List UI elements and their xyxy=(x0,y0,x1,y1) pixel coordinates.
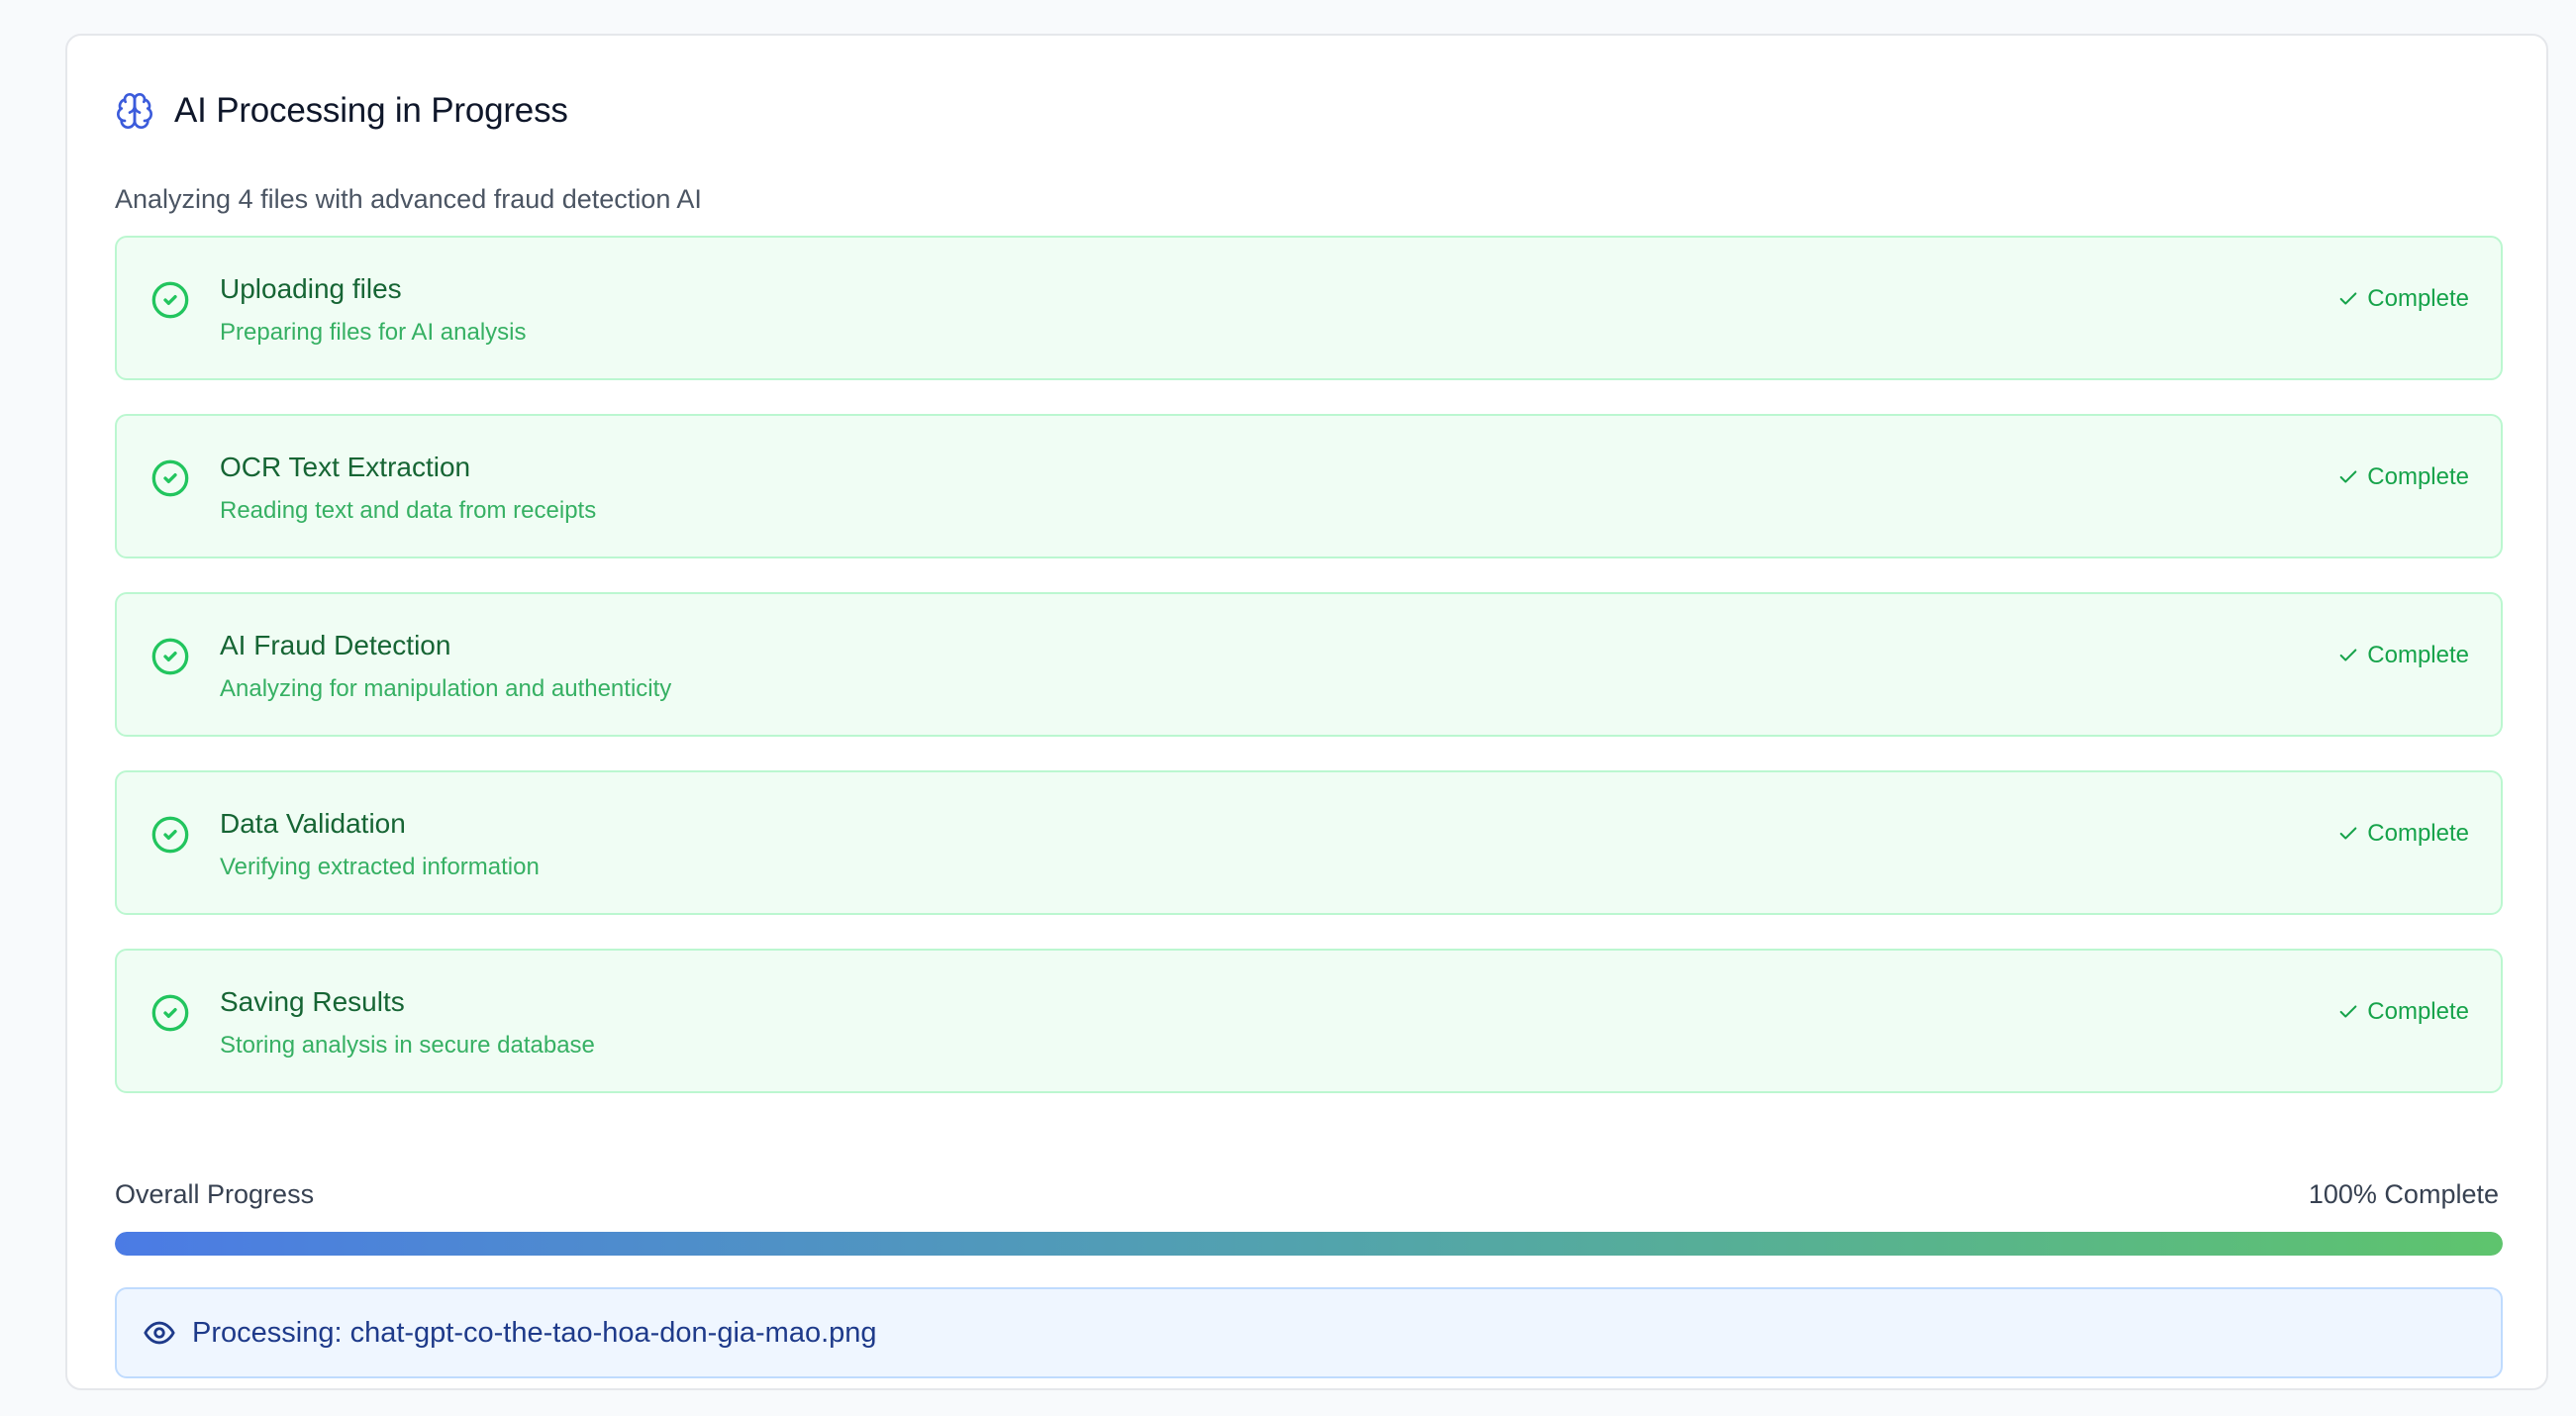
step-description: Preparing files for AI analysis xyxy=(220,319,527,346)
page-subtitle: Analyzing 4 files with advanced fraud de… xyxy=(115,184,702,214)
circle-check-icon xyxy=(151,281,189,319)
processing-filename: Processing: chat-gpt-co-the-tao-hoa-don-… xyxy=(192,1316,877,1349)
check-icon xyxy=(2339,649,2357,661)
check-icon xyxy=(2339,292,2357,305)
brain-icon xyxy=(117,93,152,129)
processing-status: Processing: chat-gpt-co-the-tao-hoa-don-… xyxy=(115,1287,2503,1378)
circle-check-icon xyxy=(151,816,189,854)
check-icon xyxy=(2339,827,2357,840)
circle-check-icon xyxy=(151,459,189,497)
progress-bar-fill xyxy=(115,1232,2503,1256)
check-icon xyxy=(2339,470,2357,483)
step-status-label: Complete xyxy=(2367,998,2469,1025)
step-title: Uploading files xyxy=(220,273,402,304)
progress-bar xyxy=(115,1232,2503,1256)
step-status: Complete xyxy=(2337,998,2469,1026)
step-status-label: Complete xyxy=(2367,463,2469,490)
step-uploading-files: Uploading files Preparing files for AI a… xyxy=(115,236,2503,380)
step-ai-fraud-detection: AI Fraud Detection Analyzing for manipul… xyxy=(115,592,2503,737)
step-status: Complete xyxy=(2337,642,2469,669)
page-title: AI Processing in Progress xyxy=(174,91,568,130)
step-status-label: Complete xyxy=(2367,820,2469,847)
step-title: OCR Text Extraction xyxy=(220,452,471,482)
step-title: AI Fraud Detection xyxy=(220,630,451,660)
step-description: Storing analysis in secure database xyxy=(220,1032,595,1059)
step-description: Reading text and data from receipts xyxy=(220,497,597,524)
step-status-label: Complete xyxy=(2367,285,2469,312)
step-title: Data Validation xyxy=(220,808,406,839)
step-description: Analyzing for manipulation and authentic… xyxy=(220,675,672,702)
step-list: Uploading files Preparing files for AI a… xyxy=(115,236,2503,1127)
step-status-label: Complete xyxy=(2367,642,2469,668)
step-status: Complete xyxy=(2337,820,2469,848)
step-description: Verifying extracted information xyxy=(220,854,540,880)
step-data-validation: Data Validation Verifying extracted info… xyxy=(115,770,2503,915)
check-icon xyxy=(2339,1005,2357,1018)
processing-card: AI Processing in Progress Analyzing 4 fi… xyxy=(65,34,2548,1390)
card-header: AI Processing in Progress xyxy=(115,91,568,131)
progress-label: Overall Progress xyxy=(115,1179,315,1209)
circle-check-icon xyxy=(151,994,189,1032)
circle-check-icon xyxy=(151,638,189,675)
step-status: Complete xyxy=(2337,463,2469,491)
step-saving-results: Saving Results Storing analysis in secur… xyxy=(115,949,2503,1093)
step-status: Complete xyxy=(2337,285,2469,313)
eye-icon xyxy=(144,1321,175,1345)
step-ocr-text-extraction: OCR Text Extraction Reading text and dat… xyxy=(115,414,2503,558)
step-title: Saving Results xyxy=(220,986,405,1017)
progress-value: 100% Complete xyxy=(2308,1179,2499,1209)
